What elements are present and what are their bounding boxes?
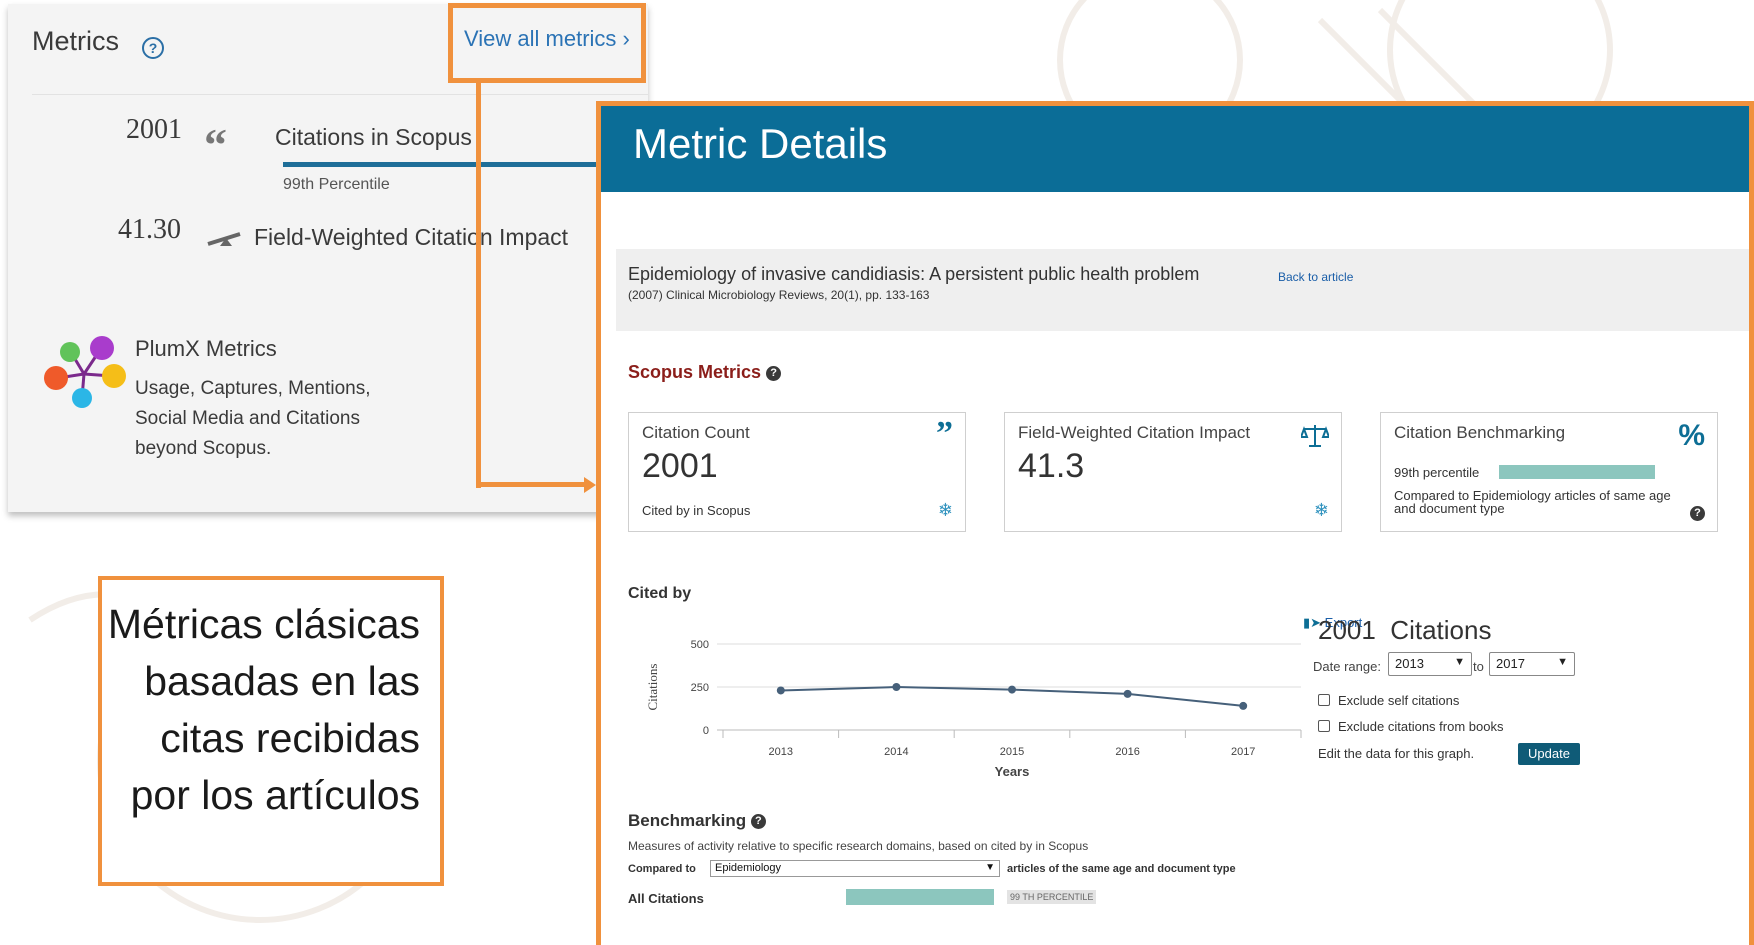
connector-line [476, 482, 586, 487]
checkbox[interactable] [1318, 694, 1330, 706]
quote-icon: ” [936, 415, 953, 452]
exclude-books-label: Exclude citations from books [1338, 719, 1504, 734]
exclude-self-checkbox[interactable]: Exclude self citations [1318, 693, 1459, 708]
benchmarking-description: Measures of activity relative to specifi… [628, 839, 1089, 853]
scopus-metrics-heading: Scopus Metrics ? [628, 362, 782, 383]
connector-arrow [584, 477, 596, 493]
data-point [892, 683, 901, 691]
citation-benchmarking-box[interactable]: Citation Benchmarking % 99th percentile … [1380, 412, 1718, 532]
y-tick-label: 500 [691, 639, 709, 651]
citations-count: 2001 [126, 114, 182, 145]
update-button[interactable]: Update [1518, 743, 1580, 765]
plumx-description: Usage, Captures, Mentions, Social Media … [135, 378, 371, 459]
date-to-select[interactable]: 2017 ▼ [1489, 652, 1575, 676]
citations-label[interactable]: Citations in Scopus [275, 124, 472, 151]
compared-to-label: Compared to [628, 863, 696, 875]
compared-to-tail: articles of the same age and document ty… [1007, 863, 1236, 875]
plumx-logo [44, 336, 126, 408]
dropdown-arrow-icon: ▼ [1557, 656, 1568, 668]
citation-count-box[interactable]: Citation Count ” 2001 Cited by in Scopus… [628, 412, 966, 532]
citations-percentile: 99th Percentile [283, 176, 390, 193]
quote-icon: “ [204, 119, 227, 170]
article-title: Epidemiology of invasive candidiasis: A … [628, 264, 1200, 284]
percent-icon: % [1678, 419, 1705, 452]
scopus-metrics-label: Scopus Metrics [628, 362, 762, 382]
help-icon[interactable]: ? [142, 37, 164, 59]
x-axis-label: Years [995, 764, 1030, 779]
date-to-value: 2017 [1496, 656, 1525, 671]
y-tick-label: 250 [691, 682, 709, 694]
x-tick-label: 2015 [1000, 746, 1024, 758]
checkbox[interactable] [1318, 720, 1330, 732]
all-citations-bar [846, 889, 994, 905]
panel-header: Metric Details [601, 106, 1749, 192]
date-from-value: 2013 [1395, 656, 1424, 671]
citation-count-label: Citation Count [642, 423, 750, 442]
compared-to-select[interactable]: Epidemiology ▼ [710, 860, 1000, 877]
date-from-select[interactable]: 2013 ▼ [1388, 652, 1472, 676]
article-source: (2007) Clinical Microbiology Reviews, 20… [628, 288, 930, 302]
x-tick-label: 2013 [769, 746, 793, 758]
all-citations-label: All Citations [628, 891, 704, 906]
divider [32, 94, 648, 95]
panel-title: Metric Details [633, 120, 888, 167]
benchmarking-box-label: Citation Benchmarking [1394, 423, 1566, 442]
data-point [1008, 685, 1016, 694]
data-point [1123, 689, 1132, 698]
benchmarking-heading: Benchmarking ? [628, 811, 766, 831]
data-point [776, 686, 785, 695]
y-tick-label: 0 [703, 725, 709, 737]
callout-box: Métricas clásicas basadas en las citas r… [98, 576, 444, 886]
fwci-box[interactable]: Field-Weighted Citation Impact 41.3 ❄ [1004, 412, 1342, 532]
snowflake-icon[interactable]: ❄ [1314, 500, 1329, 521]
benchmark-percentile: 99th percentile [1394, 465, 1480, 480]
dropdown-arrow-icon: ▼ [985, 862, 995, 873]
y-axis-label: Citations [645, 664, 660, 711]
help-icon[interactable]: ? [1690, 502, 1705, 523]
compared-to-value: Epidemiology [715, 862, 782, 874]
callout-text: Métricas clásicas basadas en las citas r… [107, 601, 420, 818]
x-tick-label: 2014 [884, 746, 908, 758]
connector-line [476, 82, 481, 488]
back-to-article-link[interactable]: Back to article [1278, 270, 1353, 284]
citation-count-value: 2001 [642, 447, 718, 485]
exclude-self-label: Exclude self citations [1338, 693, 1460, 708]
date-range-label: Date range: [1313, 659, 1381, 674]
benchmark-bar [1499, 465, 1655, 479]
exclude-books-checkbox[interactable]: Exclude citations from books [1318, 719, 1503, 734]
cited-by-heading: Cited by [628, 585, 692, 602]
metrics-title: Metrics [32, 26, 119, 56]
x-tick-label: 2016 [1115, 746, 1139, 758]
x-tick-label: 2017 [1231, 746, 1255, 758]
benchmark-description: Compared to Epidemiology articles of sam… [1394, 488, 1671, 516]
fwci-box-value: 41.3 [1018, 447, 1085, 485]
help-icon[interactable]: ? [766, 365, 782, 381]
metric-details-panel: Metric Details Epidemiology of invasive … [596, 101, 1754, 945]
data-point [1239, 701, 1248, 710]
highlight-frame [448, 3, 646, 83]
scale-icon [1301, 425, 1329, 447]
dropdown-arrow-icon: ▼ [1454, 656, 1465, 668]
article-info: Epidemiology of invasive candidiasis: A … [616, 249, 1749, 331]
fwci-box-label: Field-Weighted Citation Impact [1018, 423, 1251, 442]
cited-by-in-scopus: Cited by in Scopus [642, 503, 751, 518]
help-icon[interactable]: ? [750, 814, 766, 830]
snowflake-icon[interactable]: ❄ [938, 500, 953, 521]
fwci-label[interactable]: Field-Weighted Citation Impact [254, 224, 568, 251]
plumx-title[interactable]: PlumX Metrics [135, 336, 277, 362]
citations-line-chart: 0 250 500 2013 2014 2015 2016 2017 Years Citation… [645, 639, 1302, 779]
benchmarking-label: Benchmarking [628, 811, 747, 830]
edit-data-label: Edit the data for this graph. [1318, 746, 1475, 761]
citations-heading: 2001 Citations [1318, 615, 1492, 645]
scale-icon [207, 232, 241, 246]
fwci-value: 41.30 [118, 214, 181, 245]
to-label: to [1473, 659, 1484, 674]
all-citations-percentile-tag: 99 TH PERCENTILE [1007, 890, 1097, 904]
